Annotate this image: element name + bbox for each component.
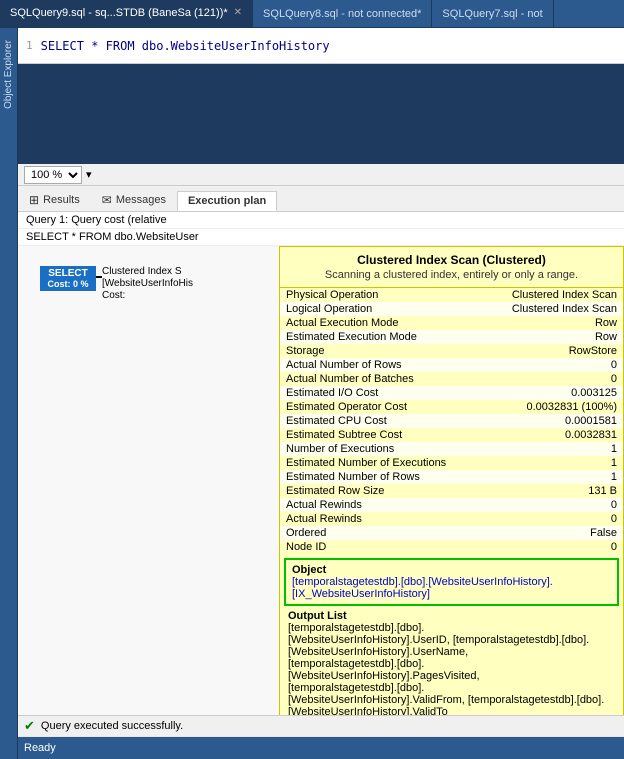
table-row: Estimated Number of Rows1 — [280, 470, 623, 484]
tooltip-title: Clustered Index Scan (Clustered) — [280, 247, 623, 269]
query-editor[interactable]: 1 SELECT * FROM dbo.WebsiteUserInfoHisto… — [18, 28, 624, 64]
table-row: Actual Rewinds0 — [280, 512, 623, 526]
sidebar-label: Object Explorer — [3, 40, 14, 109]
tab-execution-plan[interactable]: Execution plan — [177, 191, 277, 211]
select-box: SELECT Cost: 0 % — [40, 266, 96, 291]
exec-label-2: [WebsiteUserInfoHis — [102, 278, 193, 289]
object-section: Object [temporalstagetestdb].[dbo].[Webs… — [284, 558, 619, 606]
status-success-text: Query executed successfully. — [41, 720, 183, 732]
output-value: [temporalstagetestdb].[dbo]. [WebsiteUse… — [288, 622, 615, 718]
status-row1: ✔ Query executed successfully. — [18, 716, 624, 736]
table-row: Node ID0 — [280, 540, 623, 554]
table-row: Estimated Row Size131 B — [280, 484, 623, 498]
exec-plan-area: SELECT Cost: 0 % Clustered Index S [Webs… — [18, 246, 624, 759]
object-label: Object — [292, 564, 611, 576]
table-row: StorageRowStore — [280, 344, 623, 358]
tab-bar: SQLQuery9.sql - sq...STDB (BaneSa (121))… — [0, 0, 624, 28]
table-row: Actual Number of Batches0 — [280, 372, 623, 386]
tab-messages[interactable]: ✉ Messages — [91, 189, 177, 211]
table-row: Number of Executions1 — [280, 442, 623, 456]
table-row: Estimated Execution ModeRow — [280, 330, 623, 344]
blue-space — [18, 64, 624, 164]
messages-icon: ✉ — [102, 193, 112, 207]
table-row: Estimated Operator Cost0.0032831 (100%) — [280, 400, 623, 414]
close-icon[interactable]: ✕ — [234, 7, 242, 18]
query-info-line2: SELECT * FROM dbo.WebsiteUser — [18, 229, 624, 246]
output-section: Output List [temporalstagetestdb].[dbo].… — [280, 610, 623, 718]
exec-label-1: Clustered Index S — [102, 266, 182, 277]
tab-sqlquery9[interactable]: SQLQuery9.sql - sq...STDB (BaneSa (121))… — [0, 0, 253, 27]
exec-label-3: Cost: — [102, 290, 125, 301]
result-tabs: ⊞ Results ✉ Messages Execution plan — [18, 186, 624, 212]
ready-text: Ready — [24, 742, 56, 754]
output-label: Output List — [288, 610, 615, 622]
select-label: SELECT — [44, 268, 92, 279]
table-row: Estimated Number of Executions1 — [280, 456, 623, 470]
table-row: Logical OperationClustered Index Scan — [280, 302, 623, 316]
table-row: Estimated I/O Cost0.003125 — [280, 386, 623, 400]
table-row: Actual Rewinds0 — [280, 498, 623, 512]
zoom-select[interactable]: 100 % 75 % 50 % 150 % — [24, 166, 82, 184]
tab-sqlquery8[interactable]: SQLQuery8.sql - not connected* — [253, 0, 432, 27]
status-bottom-bar: Ready — [18, 737, 624, 759]
success-icon: ✔ — [24, 718, 35, 734]
zoom-bar: 100 % 75 % 50 % 150 % ▾ — [18, 164, 624, 186]
tooltip-subtitle: Scanning a clustered index, entirely or … — [280, 269, 623, 288]
query-info-line1: Query 1: Query cost (relative — [18, 212, 624, 229]
table-row: Estimated CPU Cost0.0001581 — [280, 414, 623, 428]
table-row: Actual Number of Rows0 — [280, 358, 623, 372]
table-row: OrderedFalse — [280, 526, 623, 540]
bottom-panel: 100 % 75 % 50 % 150 % ▾ ⊞ Results ✉ Mess… — [18, 164, 624, 759]
tab-sqlquery7[interactable]: SQLQuery7.sql - not — [432, 0, 553, 27]
status-bar: ✔ Query executed successfully. Find Resu… — [18, 715, 624, 759]
sidebar: Object Explorer — [0, 28, 18, 759]
main-layout: Object Explorer 1 SELECT * FROM dbo.Webs… — [0, 28, 624, 759]
results-icon: ⊞ — [29, 193, 39, 207]
table-row: Estimated Subtree Cost0.0032831 — [280, 428, 623, 442]
object-value: [temporalstagetestdb].[dbo].[WebsiteUser… — [292, 576, 611, 600]
tab-results[interactable]: ⊞ Results — [18, 189, 91, 211]
properties-table: Physical OperationClustered Index ScanLo… — [280, 288, 623, 554]
table-row: Physical OperationClustered Index Scan — [280, 288, 623, 302]
table-row: Actual Execution ModeRow — [280, 316, 623, 330]
query-text: SELECT * FROM dbo.WebsiteUserInfoHistory — [41, 39, 330, 53]
tooltip-panel: Clustered Index Scan (Clustered) Scannin… — [279, 246, 624, 759]
select-cost: Cost: 0 % — [44, 279, 92, 289]
content-area: 1 SELECT * FROM dbo.WebsiteUserInfoHisto… — [18, 28, 624, 759]
line-number: 1 — [26, 39, 33, 52]
zoom-dropdown-icon: ▾ — [86, 168, 92, 181]
